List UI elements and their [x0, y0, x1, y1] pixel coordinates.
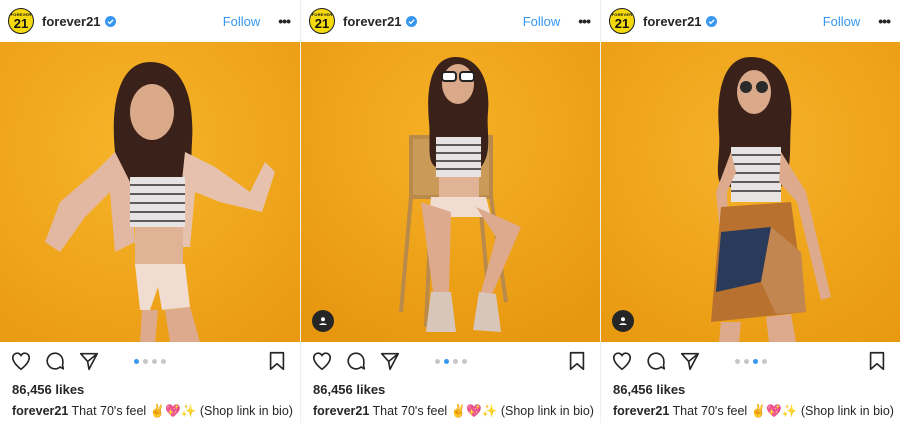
post-header: FOREVER 21 forever21 Follow ••• [0, 0, 300, 42]
username[interactable]: forever21 [643, 14, 702, 29]
avatar[interactable]: FOREVER 21 [609, 8, 635, 34]
carousel-dot [152, 359, 157, 364]
follow-button[interactable]: Follow [223, 14, 261, 29]
post-card: FOREVER 21 forever21 Follow ••• 86,456 l… [300, 0, 601, 424]
carousel-dot [161, 359, 166, 364]
post-photo[interactable] [601, 42, 900, 342]
carousel-indicator [434, 359, 467, 364]
carousel-dot [752, 359, 758, 364]
avatar-brand-number: 21 [614, 16, 630, 31]
avatar[interactable]: FOREVER 21 [8, 8, 34, 34]
photo-image [301, 42, 601, 342]
follow-button[interactable]: Follow [823, 14, 861, 29]
username[interactable]: forever21 [42, 14, 101, 29]
user-tag-icon [319, 317, 327, 325]
photo-image [601, 42, 900, 342]
post-card: FOREVER 21 forever21 Follow ••• 86,456 l… [600, 0, 900, 423]
likes-count[interactable]: 86,456 likes [601, 380, 900, 400]
carousel-dot [143, 359, 148, 364]
verified-icon [405, 15, 417, 27]
action-bar [0, 342, 300, 380]
bookmark-icon[interactable] [266, 350, 288, 372]
avatar[interactable]: FOREVER 21 [309, 8, 335, 34]
user-tag-button[interactable] [312, 310, 334, 332]
carousel-indicator [734, 359, 767, 364]
likes-count[interactable]: 86,456 likes [0, 380, 300, 400]
caption-text: That 70's feel ✌️💖✨ (Shop link in bio) [372, 404, 594, 418]
username[interactable]: forever21 [343, 14, 402, 29]
verified-icon [705, 15, 717, 27]
post-card: FOREVER 21 forever21 Follow ••• 86,456 l… [0, 0, 300, 423]
user-tag-button[interactable] [612, 310, 634, 332]
carousel-dot [743, 359, 749, 364]
carousel-dot [443, 359, 449, 364]
heart-icon[interactable] [611, 350, 633, 372]
caption: forever21 That 70's feel ✌️💖✨ (Shop link… [0, 400, 300, 424]
comment-icon[interactable] [645, 350, 667, 372]
share-icon[interactable] [379, 350, 401, 372]
caption: forever21 That 70's feel ✌️💖✨ (Shop link… [301, 400, 600, 424]
user-tag-icon [619, 317, 627, 325]
more-options-button[interactable]: ••• [278, 13, 291, 29]
caption-text: That 70's feel ✌️💖✨ (Shop link in bio) [71, 404, 293, 418]
action-bar [601, 342, 900, 380]
heart-icon[interactable] [10, 350, 32, 372]
carousel-dot [134, 359, 139, 364]
comment-icon[interactable] [44, 350, 66, 372]
share-icon[interactable] [78, 350, 100, 372]
post-header: FOREVER 21 forever21 Follow ••• [601, 0, 900, 42]
post-header: FOREVER 21 forever21 Follow ••• [301, 0, 600, 42]
carousel-dot [434, 359, 440, 364]
carousel-indicator [134, 359, 166, 364]
avatar-brand-number: 21 [314, 16, 330, 31]
post-photo[interactable] [301, 42, 601, 342]
caption-username[interactable]: forever21 [313, 404, 369, 418]
avatar-brand-number: 21 [13, 16, 29, 31]
carousel-dot [761, 359, 767, 364]
share-icon[interactable] [679, 350, 701, 372]
bookmark-icon[interactable] [866, 350, 888, 372]
likes-count[interactable]: 86,456 likes [301, 380, 600, 400]
follow-button[interactable]: Follow [523, 14, 561, 29]
carousel-dot [734, 359, 740, 364]
more-options-button[interactable]: ••• [878, 13, 891, 29]
caption-text: That 70's feel ✌️💖✨ (Shop link in bio) [672, 404, 894, 418]
more-options-button[interactable]: ••• [578, 13, 591, 29]
post-photo[interactable] [0, 42, 300, 342]
action-bar [301, 342, 600, 380]
post-row: FOREVER 21 forever21 Follow ••• 86,456 l… [0, 0, 900, 423]
caption: forever21 That 70's feel ✌️💖✨ (Shop link… [601, 400, 900, 424]
bookmark-icon[interactable] [566, 350, 588, 372]
photo-image [0, 42, 300, 342]
comment-icon[interactable] [345, 350, 367, 372]
caption-username[interactable]: forever21 [613, 404, 669, 418]
carousel-dot [452, 359, 458, 364]
carousel-dot [461, 359, 467, 364]
verified-icon [104, 15, 116, 27]
caption-username[interactable]: forever21 [12, 404, 68, 418]
heart-icon[interactable] [311, 350, 333, 372]
